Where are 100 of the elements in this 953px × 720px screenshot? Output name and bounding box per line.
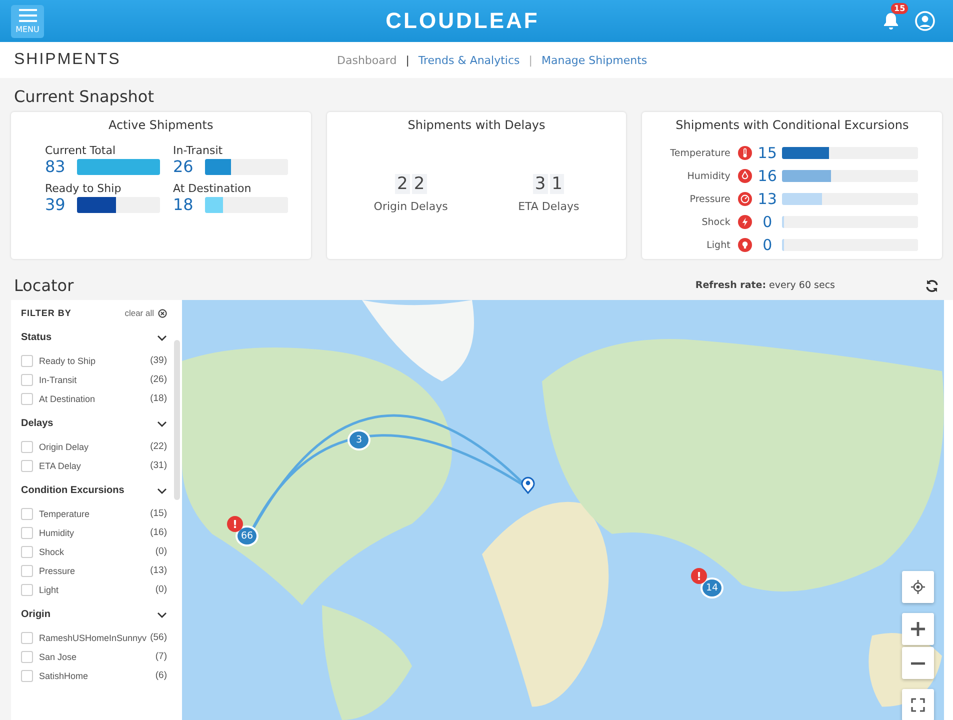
refresh-icon[interactable] [925,278,939,292]
filter-option-label: Ready to Ship [39,356,97,366]
section-title: Locator [13,275,75,297]
filter-count: (26) [150,374,167,385]
checkbox[interactable] [21,460,33,472]
filter-option-label: Origin Delay [39,442,90,452]
menu-icon [18,8,36,22]
metric-value: 13 [756,190,778,208]
zoom-out-button[interactable] [902,647,934,679]
filter-title: FILTER BY [21,308,72,318]
metric-label: Origin Delays [374,200,448,213]
plus-icon [911,622,925,636]
filter-group-title[interactable]: Delays [21,418,54,429]
counter-digit: 1 [550,174,564,194]
checkbox[interactable] [21,584,33,596]
metric-value: 18 [173,195,194,214]
checkbox[interactable] [21,564,33,576]
metric-label: Current Total [45,144,117,157]
checkbox[interactable] [21,526,33,538]
checkbox[interactable] [21,374,33,386]
filter-option-label: Shock [39,546,66,556]
logo: CLOUDLEAF [386,8,540,34]
checkbox[interactable] [21,546,33,558]
counter-digit: 2 [394,174,410,194]
fullscreen-icon [911,698,925,712]
metric-value: 26 [173,157,194,176]
chevron-icon[interactable] [157,420,167,426]
metric-value: 0 [762,213,774,231]
bell-icon[interactable] [881,11,901,31]
metric-value: 39 [45,195,66,214]
filter-option-label: RameshUSHomeInSunnyv [39,632,148,642]
filter-count: (56) [150,632,167,643]
droplet-icon [738,169,752,183]
chevron-icon[interactable] [157,612,167,618]
counter-digit: 3 [532,174,548,194]
crosshair-icon [911,580,925,594]
metric-value: 16 [756,167,778,185]
nav-link[interactable]: Trends & Analytics [418,54,520,66]
notification-badge: 15 [891,3,908,14]
filter-option-label: Pressure [39,566,76,576]
filter-option-label: Humidity [39,528,76,538]
chevron-icon[interactable] [157,334,167,340]
metric-label: Humidity [686,170,730,182]
nav-link[interactable]: Dashboard [337,54,397,66]
zoom-in-button[interactable] [902,613,934,645]
filter-count: (0) [155,546,167,557]
gauge-icon [738,192,752,206]
filter-option-label: In-Transit [39,374,78,384]
filter-group-title[interactable]: Condition Excursions [21,485,124,496]
counter-digit: 2 [412,174,427,194]
filter-count: (7) [155,651,167,662]
metric-label: In-Transit [173,144,224,157]
minus-icon [911,662,925,664]
metric-label: Temperature [669,148,730,158]
user-icon[interactable] [915,11,935,31]
filter-group-title[interactable]: Origin [21,609,50,620]
filter-option-label: SatishHome [39,670,90,680]
filter-count: (0) [155,584,167,595]
filter-count: (31) [150,460,167,471]
metric-label: Light [706,240,730,250]
chevron-icon[interactable] [157,488,167,494]
checkbox[interactable] [21,650,33,662]
scrollbar[interactable] [174,340,180,500]
clear-icon [158,308,167,318]
refresh-rate-text: Refresh rate: every 60 secs [695,280,835,291]
locate-button[interactable] [902,571,934,603]
checkbox[interactable] [21,632,33,644]
menu-button[interactable]: MENU [11,4,44,38]
checkbox[interactable] [21,670,33,682]
bulb-icon [738,238,752,252]
metric-label: At Destination [173,182,252,195]
card-title: Active Shipments [107,118,214,132]
separator: | [528,54,532,66]
fullscreen-button[interactable] [902,689,934,720]
checkbox[interactable] [21,354,33,366]
location-pin-icon[interactable] [521,476,535,494]
separator: | [406,54,410,66]
metric-label: Pressure [688,194,730,204]
card-title: Shipments with Delays [406,118,546,132]
section-title: Current Snapshot [13,86,155,108]
filter-count: (22) [150,441,167,452]
lightning-icon [738,215,752,229]
checkbox[interactable] [21,392,33,404]
filter-option-label: Light [39,584,60,594]
filter-count: (13) [150,565,167,576]
metric-label: Shock [700,216,730,228]
clear-all-link[interactable]: clear all [124,308,167,318]
nav-link[interactable]: Manage Shipments [541,54,648,66]
filter-option-label: At Destination [39,394,96,404]
checkbox[interactable] [21,508,33,520]
metric-value: 15 [756,144,778,162]
metric-value: 83 [45,157,66,176]
thermometer-icon [738,146,752,160]
filter-option-label: San Jose [39,652,78,662]
filter-count: (15) [150,508,167,519]
filter-group-title[interactable]: Status [21,332,52,343]
filter-count: (39) [150,355,167,366]
filter-option-label: Temperature [39,508,91,518]
filter-count: (6) [155,670,167,681]
checkbox[interactable] [21,440,33,452]
